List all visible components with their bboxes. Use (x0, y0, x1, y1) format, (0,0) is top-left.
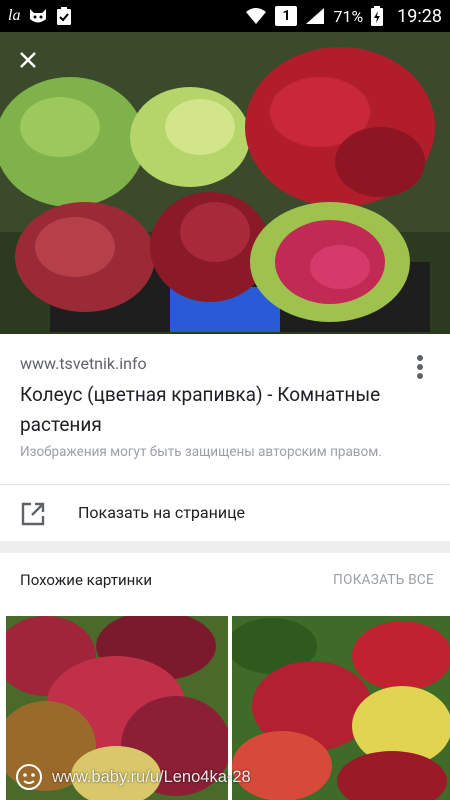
show-on-page-button[interactable]: Показать на странице (0, 485, 450, 541)
result-info-card: www.tsvetnik.info Колеус (цветная крапив… (0, 334, 450, 484)
more-options-button[interactable] (412, 352, 428, 382)
cat-face-icon (28, 7, 48, 25)
coleus-photo (0, 32, 450, 334)
clipboard-check-icon (56, 6, 72, 26)
source-domain[interactable]: www.tsvetnik.info (20, 354, 147, 373)
baby-ru-logo-icon (16, 764, 42, 790)
sim-badge: 1 (275, 6, 298, 26)
watermark: www.baby.ru/u/Leno4ka-28 (0, 760, 450, 794)
more-vert-icon (417, 355, 423, 379)
show-on-page-label: Показать на странице (78, 503, 246, 522)
signal-icon (305, 7, 325, 25)
copyright-notice: Изображения могут быть защищены авторски… (20, 444, 382, 460)
result-image[interactable] (0, 32, 450, 334)
watermark-text: www.baby.ru/u/Leno4ka-28 (52, 767, 251, 786)
app-notification-icon: la (8, 7, 21, 24)
close-button[interactable] (10, 42, 46, 78)
wifi-icon (245, 7, 267, 25)
battery-percent: 71% (333, 6, 364, 26)
close-icon (20, 52, 36, 68)
similar-images-title: Похожие картинки (20, 571, 153, 589)
status-bar: la 1 71% 19:28 (0, 0, 450, 32)
open-in-new-icon (21, 502, 45, 526)
show-all-button[interactable]: ПОКАЗАТЬ ВСЕ (333, 572, 434, 588)
status-bar-right: 1 71% 19:28 (245, 6, 442, 27)
clock: 19:28 (397, 5, 442, 27)
result-title[interactable]: Колеус (цветная крапивка) - Комнатные ра… (20, 380, 400, 440)
battery-icon (371, 6, 384, 26)
status-bar-left: la (8, 6, 72, 26)
